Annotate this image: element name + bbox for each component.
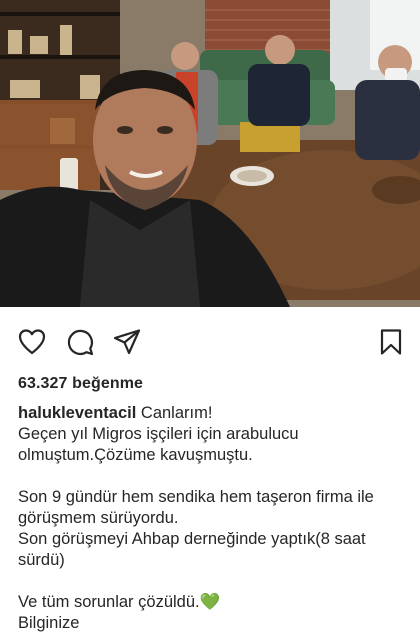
likes-count[interactable]: 63.327 beğenme — [18, 375, 143, 393]
selfie-image — [0, 0, 420, 307]
post-photo[interactable] — [0, 0, 420, 307]
save-bookmark-icon[interactable] — [376, 327, 406, 357]
post-caption: halukleventacil Canlarım! Geçen yıl Migr… — [18, 403, 408, 634]
caption-first-line: Canlarım! — [136, 404, 213, 422]
caption-username[interactable]: halukleventacil — [18, 404, 136, 422]
caption-body: Geçen yıl Migros işçileri için arabulucu… — [18, 425, 374, 632]
post-action-bar — [0, 307, 420, 373]
comment-bubble-icon[interactable] — [65, 327, 95, 357]
like-heart-icon[interactable] — [17, 327, 47, 357]
share-plane-icon[interactable] — [112, 327, 142, 357]
